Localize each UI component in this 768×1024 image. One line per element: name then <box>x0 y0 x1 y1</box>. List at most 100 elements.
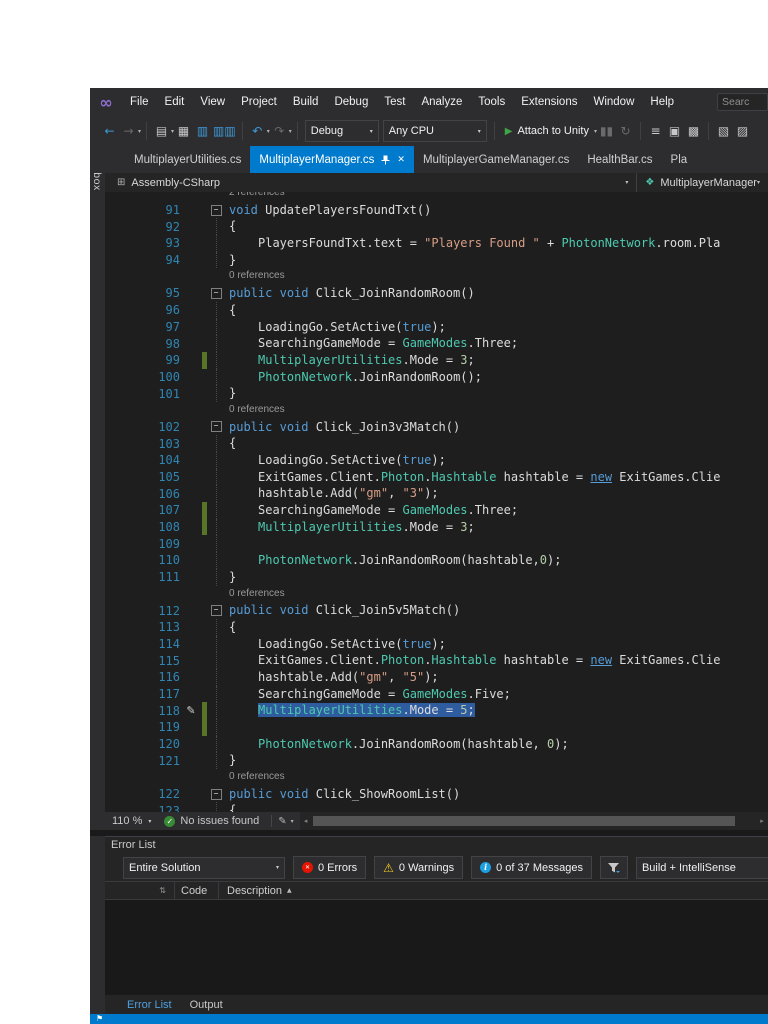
menu-item-file[interactable]: File <box>122 88 157 116</box>
document-tab-healthbar-cs[interactable]: HealthBar.cs <box>578 146 661 173</box>
fold-toggle[interactable]: − <box>207 202 225 219</box>
properties-icon[interactable]: ▨ <box>734 124 751 138</box>
type-dropdown[interactable]: ❖ MultiplayerManager ▾ <box>637 173 768 192</box>
menu-item-analyze[interactable]: Analyze <box>413 88 470 116</box>
document-tab-multiplayergamemanager-cs[interactable]: MultiplayerGameManager.cs <box>414 146 578 173</box>
redo-dropdown-icon[interactable]: ▾ <box>289 128 292 135</box>
menu-item-project[interactable]: Project <box>233 88 285 116</box>
menu-item-tools[interactable]: Tools <box>470 88 513 116</box>
fold-toggle[interactable]: − <box>207 419 225 436</box>
codelens-references[interactable]: 2 references <box>225 192 768 202</box>
messages-filter-button[interactable]: i 0 of 37 Messages <box>471 856 592 879</box>
menu-item-edit[interactable]: Edit <box>157 88 193 116</box>
project-dropdown[interactable]: ⊞ Assembly-CSharp ▾ <box>105 173 638 192</box>
pin-icon[interactable] <box>381 155 390 165</box>
code-line-105[interactable]: 105 ExitGames.Client.Photon.Hashtable has… <box>105 468 768 486</box>
code-line-117[interactable]: 117 SearchingGameMode = GameModes.Five; <box>105 685 768 703</box>
run-dropdown-icon[interactable]: ▾ <box>594 128 597 135</box>
scroll-right-icon[interactable]: ▸ <box>756 812 768 830</box>
code-line-116[interactable]: 116 hashtable.Add("gm", "5"); <box>105 668 768 686</box>
horizontal-scrollbar[interactable]: ◂ ▸ <box>299 812 768 830</box>
configuration-dropdown[interactable]: Debug ▾ <box>304 120 379 142</box>
close-icon[interactable]: ✕ <box>397 155 405 165</box>
document-health-indicator[interactable]: ✓ No issues found <box>164 815 259 827</box>
code-line-111[interactable]: 111} <box>105 568 768 586</box>
code-line-106[interactable]: 106 hashtable.Add("gm", "3"); <box>105 485 768 503</box>
code-line-108[interactable]: 108 MultiplayerUtilities.Mode = 3; <box>105 518 768 536</box>
code-line-122[interactable]: 122 − public void Click_ShowRoomList() <box>105 786 768 803</box>
severity-column-header[interactable]: ⇅ <box>105 882 175 899</box>
code-line-101[interactable]: 101} <box>105 385 768 402</box>
status-flag-icon[interactable]: ⚑ <box>96 1014 103 1024</box>
save-icon[interactable]: ▥ <box>194 124 211 138</box>
code-line-114[interactable]: 114 LoadingGo.SetActive(true); <box>105 635 768 653</box>
code-line-120[interactable]: 120 PhotonNetwork.JoinRandomRoom(hashtabl… <box>105 735 768 753</box>
code-line-107[interactable]: 107 SearchingGameMode = GameModes.Three; <box>105 502 768 519</box>
code-line-121[interactable]: 121} <box>105 752 768 770</box>
navigate-dropdown-icon[interactable]: ▾ <box>138 128 141 135</box>
zoom-dropdown[interactable]: 110 % ▾ <box>105 815 158 827</box>
find-in-files-icon[interactable]: ▣ <box>666 124 683 138</box>
filter-button[interactable] <box>599 856 628 879</box>
code-line-94[interactable]: 94} <box>105 251 768 269</box>
fold-toggle[interactable]: − <box>207 602 225 619</box>
errors-filter-button[interactable]: ✕ 0 Errors <box>293 856 367 879</box>
code-line-115[interactable]: 115 ExitGames.Client.Photon.Hashtable has… <box>105 652 768 669</box>
document-tab-multiplayermanager-cs[interactable]: MultiplayerManager.cs ✕ <box>250 146 414 173</box>
menu-item-debug[interactable]: Debug <box>326 88 376 116</box>
code-line-103[interactable]: 103 { <box>105 435 768 452</box>
code-line-119[interactable]: 119 <box>105 719 768 736</box>
codelens-references[interactable]: 0 references <box>225 769 768 786</box>
codelens-row[interactable]: 0 references <box>105 402 768 419</box>
code-line-113[interactable]: 113 { <box>105 618 768 636</box>
save-all-icon[interactable]: ▥▥ <box>213 124 236 138</box>
codelens-references[interactable]: 0 references <box>225 586 768 603</box>
redo-icon[interactable]: ↷ <box>271 124 288 138</box>
code-line-95[interactable]: 95 − public void Click_JoinRandomRoom() <box>105 285 768 302</box>
solution-explorer-icon[interactable]: ▧ <box>715 124 732 138</box>
code-line-104[interactable]: 104 LoadingGo.SetActive(true); <box>105 452 768 469</box>
menu-item-build[interactable]: Build <box>285 88 327 116</box>
code-line-112[interactable]: 112 − public void Click_Join5v5Match() <box>105 602 768 619</box>
codelens-row[interactable]: 2 references <box>105 192 768 202</box>
menu-item-test[interactable]: Test <box>376 88 413 116</box>
menu-item-view[interactable]: View <box>192 88 233 116</box>
code-line-102[interactable]: 102 − public void Click_Join3v3Match() <box>105 419 768 436</box>
new-file-icon[interactable]: ▤ <box>153 124 170 138</box>
undo-icon[interactable]: ↶ <box>249 124 266 138</box>
command-window-icon[interactable]: ▩ <box>685 124 702 138</box>
code-line-123[interactable]: 123 { <box>105 802 768 812</box>
code-line-91[interactable]: 91 − void UpdatePlayersFoundTxt() <box>105 202 768 219</box>
step-list-icon[interactable]: ≡ <box>647 124 664 138</box>
scope-dropdown[interactable]: Entire Solution ▾ <box>123 856 285 879</box>
undo-dropdown-icon[interactable]: ▾ <box>267 128 270 135</box>
code-line-110[interactable]: 110 PhotonNetwork.JoinRandomRoom(hashtabl… <box>105 552 768 569</box>
codelens-row[interactable]: 0 references <box>105 586 768 603</box>
code-line-96[interactable]: 96 { <box>105 301 768 319</box>
scroll-left-icon[interactable]: ◂ <box>300 812 312 830</box>
tab-error-list[interactable]: Error List <box>127 999 172 1011</box>
code-line-118[interactable]: 118 ✎ MultiplayerUtilities.Mode = 5; <box>105 702 768 719</box>
code-line-99[interactable]: 99 MultiplayerUtilities.Mode = 3; <box>105 351 768 369</box>
code-line-109[interactable]: 109 <box>105 535 768 553</box>
document-tab-pla[interactable]: Pla <box>662 146 697 173</box>
attach-to-unity-button[interactable]: ▶ Attach to Unity <box>500 125 594 137</box>
open-file-icon[interactable]: ▦ <box>175 124 192 138</box>
new-file-dropdown-icon[interactable]: ▾ <box>171 128 174 135</box>
build-intellisense-dropdown[interactable]: Build + IntelliSense ▾ <box>635 856 768 879</box>
code-line-92[interactable]: 92 { <box>105 218 768 236</box>
search-input[interactable]: Searc <box>717 93 768 111</box>
menu-item-window[interactable]: Window <box>585 88 642 116</box>
navigate-forward-icon[interactable]: → <box>120 124 137 138</box>
code-line-93[interactable]: 93 PlayersFoundTxt.text = "Players Found … <box>105 235 768 252</box>
code-line-97[interactable]: 97 LoadingGo.SetActive(true); <box>105 318 768 336</box>
menu-item-extensions[interactable]: Extensions <box>513 88 585 116</box>
codelens-references[interactable]: 0 references <box>225 402 768 419</box>
fold-toggle[interactable]: − <box>207 786 225 803</box>
codelens-row[interactable]: 0 references <box>105 769 768 786</box>
codelens-references[interactable]: 0 references <box>225 268 768 285</box>
document-tab-multiplayerutilities-cs[interactable]: MultiplayerUtilities.cs <box>125 146 250 173</box>
code-column-header[interactable]: Code <box>175 882 219 899</box>
tab-output[interactable]: Output <box>190 999 223 1011</box>
fold-toggle[interactable]: − <box>207 285 225 302</box>
